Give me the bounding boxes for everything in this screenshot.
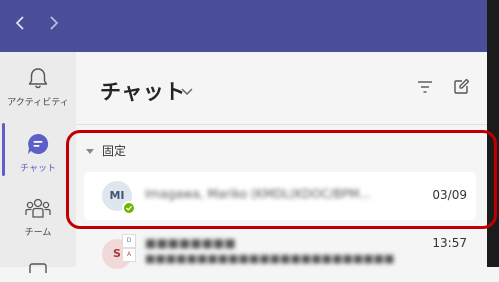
rail-item-chat[interactable]: チャット (0, 132, 76, 174)
chevron-right-icon (50, 16, 59, 30)
group-avatar-mini: A (122, 248, 136, 262)
title-bar (0, 0, 487, 52)
chat-panel: チャット 固定 MI Imagawa, Mariko (KMDL(KDOC/BP… (76, 52, 487, 269)
new-chat-icon (454, 78, 470, 94)
pinned-section-header[interactable]: 固定 (86, 142, 126, 159)
rail-item-label: チーム (24, 228, 52, 238)
chat-header: チャット (76, 52, 487, 125)
title-dropdown[interactable] (180, 82, 194, 101)
calendar-icon (29, 263, 47, 277)
page-title: チャット (100, 80, 186, 104)
group-avatar-mini: D (122, 234, 136, 248)
teams-icon (25, 198, 51, 218)
section-label: 固定 (102, 144, 127, 158)
window-edge (487, 0, 499, 267)
rail-item-teams[interactable]: チーム (0, 196, 76, 238)
chat-timestamp: 03/09 (432, 188, 467, 202)
rail-item-activity[interactable]: アクティビティ (0, 66, 76, 108)
new-chat-button[interactable] (452, 78, 470, 100)
rail-item-label: アクティビティ (7, 98, 69, 108)
bell-icon (28, 68, 48, 89)
presence-available-icon (122, 201, 136, 215)
rail-item-label: チャット (20, 164, 56, 174)
chat-icon (28, 133, 49, 154)
chat-name: Imagawa, Mariko (KMDL(KDOC/BPM... (145, 187, 371, 201)
app-rail: アクティビティ チャット チーム (0, 52, 76, 277)
chevron-left-icon (15, 16, 24, 30)
chevron-down-icon (181, 88, 193, 95)
back-button[interactable] (10, 14, 30, 38)
chat-preview: ■■■■■■■■■■■■■■■■■■■■■■■■ (145, 252, 395, 265)
chat-list-item[interactable]: MI Imagawa, Mariko (KMDL(KDOC/BPM... 03/… (84, 172, 476, 220)
chat-name: ■■■■■■■■ (145, 236, 236, 250)
chat-timestamp: 13:57 (432, 236, 467, 250)
forward-button[interactable] (44, 14, 64, 38)
chat-list-item[interactable]: S D A ■■■■■■■■ ■■■■■■■■■■■■■■■■■■■■■■■■ … (84, 234, 476, 282)
filter-icon (418, 81, 432, 93)
caret-down-icon (86, 149, 94, 154)
rail-item-more[interactable] (0, 258, 76, 277)
filter-button[interactable] (416, 78, 434, 100)
check-icon (126, 205, 132, 211)
